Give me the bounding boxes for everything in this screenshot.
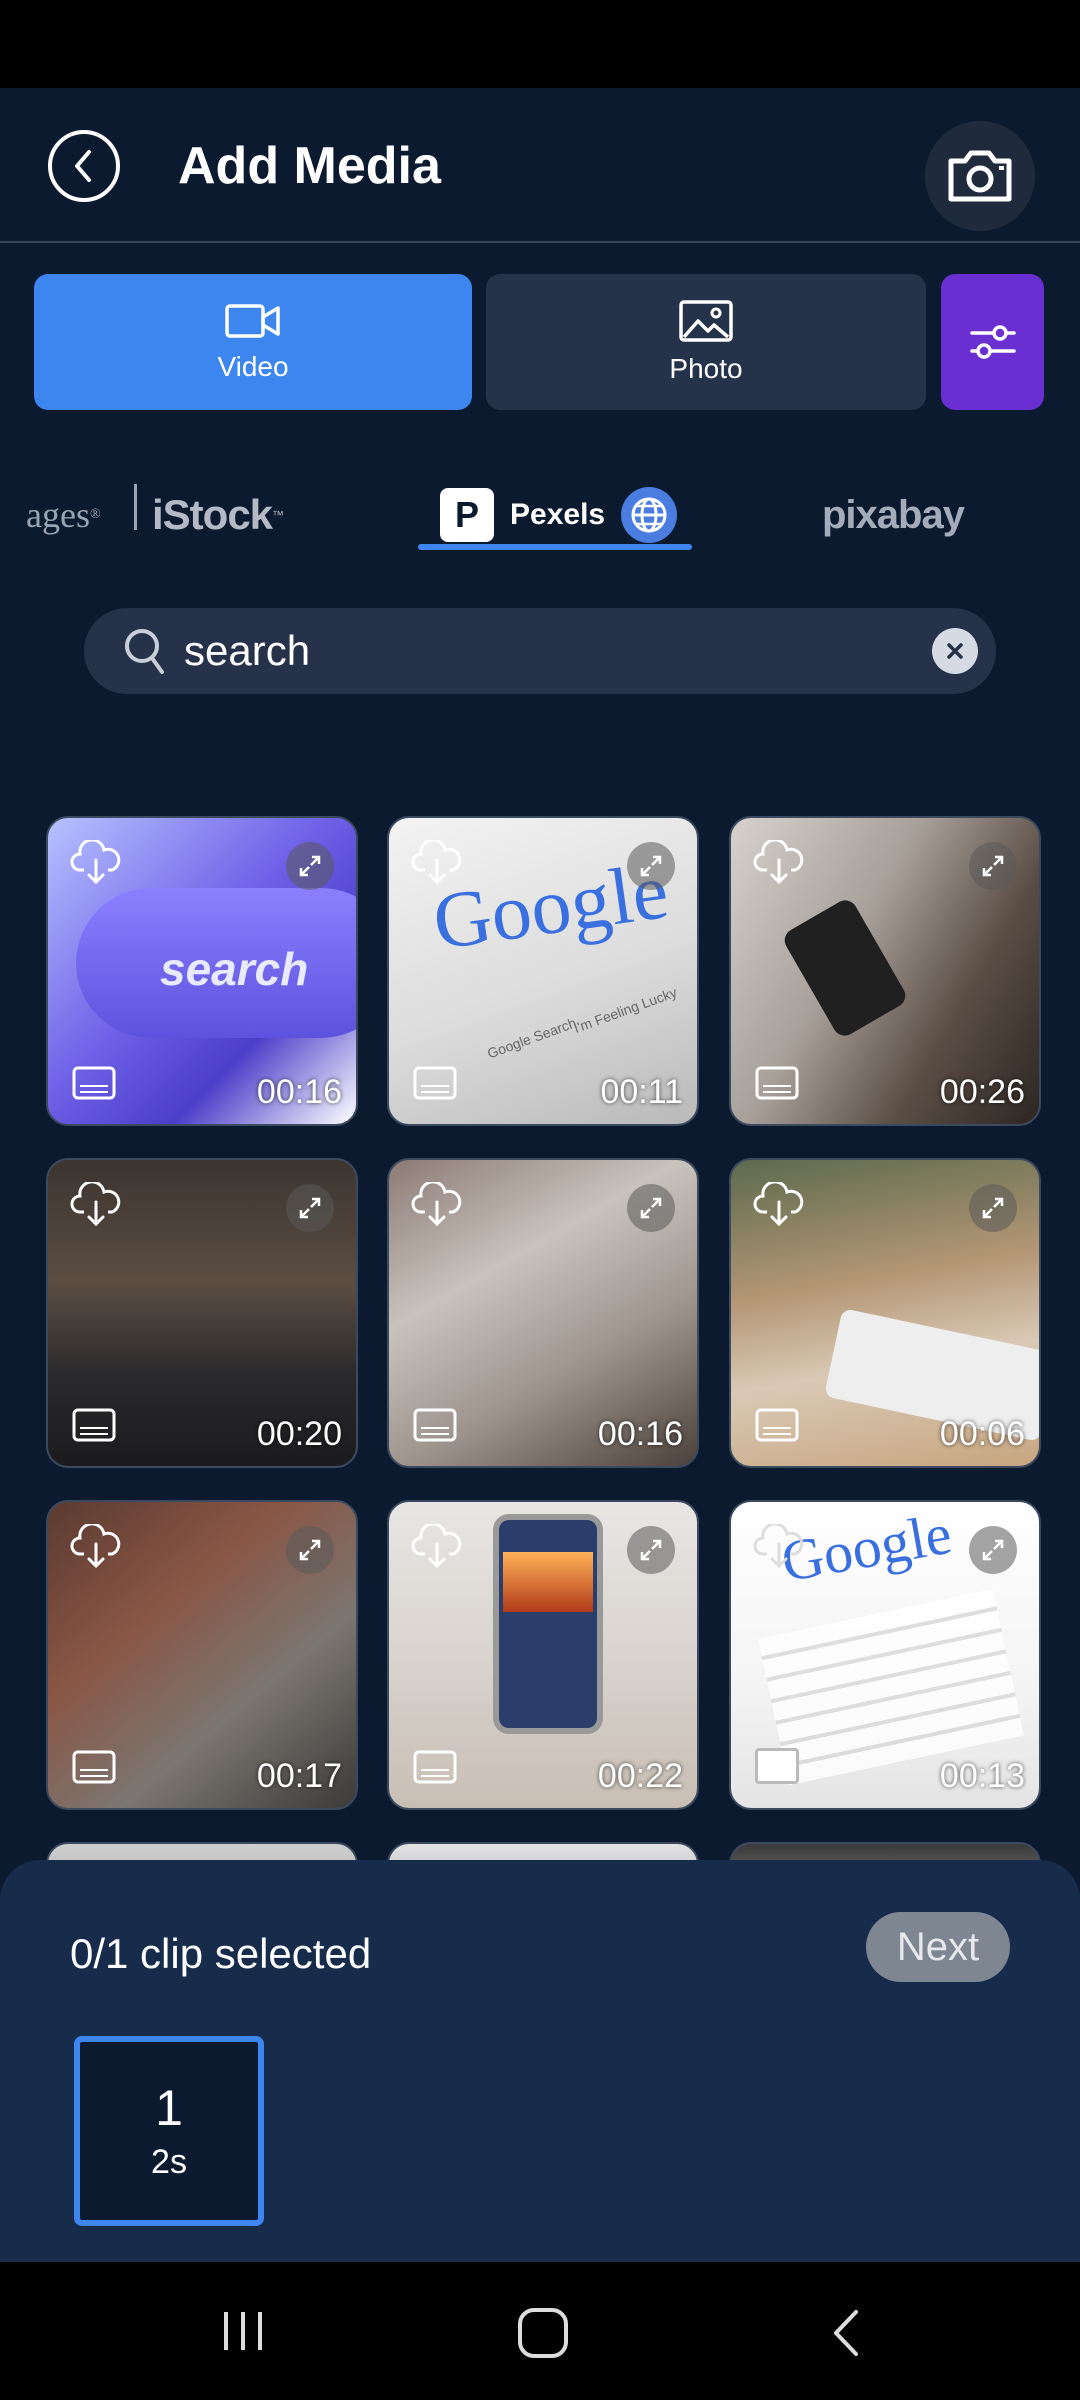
tab-video-label: Video xyxy=(217,351,289,382)
cloud-download-icon[interactable] xyxy=(411,840,463,886)
media-tile[interactable]: 00:16 xyxy=(387,1158,699,1468)
home-button[interactable] xyxy=(516,2306,570,2365)
phone-screen-image xyxy=(503,1552,593,1612)
expand-icon[interactable] xyxy=(286,842,334,890)
media-tile[interactable]: Google 00:13 xyxy=(729,1500,1041,1810)
source-pixabay[interactable]: pixabay xyxy=(822,473,965,557)
media-tile[interactable]: 00:17 xyxy=(46,1500,358,1810)
source-getty-images[interactable]: ages ® xyxy=(26,473,101,557)
camera-icon xyxy=(948,150,1012,202)
media-tile[interactable]: 00:22 xyxy=(387,1500,699,1810)
storyboard-icon[interactable] xyxy=(755,1408,799,1442)
tab-photo[interactable]: Photo xyxy=(486,274,926,410)
cloud-download-icon[interactable] xyxy=(753,1182,805,1228)
source-divider xyxy=(134,484,137,530)
expand-icon[interactable] xyxy=(627,842,675,890)
storyboard-icon[interactable] xyxy=(72,1408,116,1442)
phone-thumbnail xyxy=(493,1514,603,1734)
expand-icon[interactable] xyxy=(627,1184,675,1232)
filter-button[interactable] xyxy=(941,274,1044,410)
video-duration: 00:06 xyxy=(939,1415,1025,1453)
home-icon xyxy=(518,2308,568,2358)
source-pixabay-label: pixabay xyxy=(822,492,965,537)
tile-search-word: search xyxy=(160,943,309,995)
cloud-download-icon[interactable] xyxy=(753,840,805,886)
video-duration: 00:16 xyxy=(597,1415,683,1453)
search-bar xyxy=(84,608,996,694)
expand-icon[interactable] xyxy=(969,842,1017,890)
select-checkbox[interactable] xyxy=(755,1748,799,1784)
cloud-download-icon[interactable] xyxy=(411,1182,463,1228)
media-tile[interactable]: Google Google Search I'm Feeling Lucky 0… xyxy=(387,816,699,1126)
video-duration: 00:11 xyxy=(600,1073,683,1111)
cloud-download-icon[interactable] xyxy=(70,840,122,886)
storyboard-icon[interactable] xyxy=(72,1066,116,1100)
media-tile[interactable]: 00:06 xyxy=(729,1158,1041,1468)
source-istock[interactable]: iStock ™ xyxy=(152,473,284,557)
video-duration: 00:22 xyxy=(597,1757,683,1795)
pexels-logo-icon: P xyxy=(440,488,494,542)
storyboard-icon[interactable] xyxy=(413,1066,457,1100)
video-duration: 00:20 xyxy=(256,1415,342,1453)
system-nav-bar xyxy=(0,2262,1080,2400)
image-icon xyxy=(679,300,733,342)
video-duration: 00:16 xyxy=(256,1073,342,1111)
recent-apps-icon xyxy=(224,2312,262,2350)
video-duration: 00:17 xyxy=(256,1757,342,1795)
back-button[interactable] xyxy=(48,130,120,202)
recent-apps-button[interactable] xyxy=(218,2306,268,2361)
expand-icon[interactable] xyxy=(286,1184,334,1232)
source-istock-label: iStock xyxy=(152,491,273,538)
sliders-icon xyxy=(969,325,1016,359)
video-duration: 00:13 xyxy=(939,1757,1025,1795)
camera-button[interactable] xyxy=(925,121,1035,231)
video-camera-icon xyxy=(225,304,280,338)
storyboard-icon[interactable] xyxy=(413,1750,457,1784)
phone-thumbnail xyxy=(780,896,910,1040)
clip-slot-number: 1 xyxy=(155,2080,183,2136)
source-images-label: ages xyxy=(26,495,90,535)
storyboard-icon[interactable] xyxy=(755,1066,799,1100)
next-button[interactable]: Next xyxy=(866,1912,1010,1982)
tile-feeling-lucky-btn: I'm Feeling Lucky xyxy=(571,983,679,1037)
app-header: Add Media xyxy=(0,88,1080,243)
cloud-download-icon[interactable] xyxy=(70,1182,122,1228)
tab-photo-label: Photo xyxy=(669,353,743,384)
selection-panel: 0/1 clip selected Next 1 2s xyxy=(0,1860,1080,2262)
back-nav-icon xyxy=(834,2310,858,2356)
cloud-download-icon[interactable] xyxy=(753,1524,805,1570)
storyboard-icon[interactable] xyxy=(413,1408,457,1442)
tile-google-search-btn: Google Search xyxy=(485,1014,579,1062)
media-tile[interactable]: search 00:16 xyxy=(46,816,358,1126)
page-title: Add Media xyxy=(178,137,441,195)
chevron-left-icon xyxy=(75,150,91,182)
status-bar xyxy=(0,0,1080,88)
expand-icon[interactable] xyxy=(969,1184,1017,1232)
add-media-screen: Add Media Video Photo ages ® iStock ™ P … xyxy=(0,88,1080,2262)
search-icon xyxy=(125,629,164,674)
expand-icon[interactable] xyxy=(627,1526,675,1574)
close-icon xyxy=(947,643,963,659)
selection-count: 0/1 clip selected xyxy=(70,1930,372,1977)
media-tile[interactable]: 00:26 xyxy=(729,816,1041,1126)
clip-slot-duration: 2s xyxy=(151,2143,187,2181)
expand-icon[interactable] xyxy=(969,1526,1017,1574)
globe-icon xyxy=(621,487,678,543)
search-input[interactable] xyxy=(184,624,884,678)
clear-search-button[interactable] xyxy=(932,628,978,674)
tab-video[interactable]: Video xyxy=(34,274,472,410)
media-tile[interactable]: 00:20 xyxy=(46,1158,358,1468)
active-source-indicator xyxy=(418,544,692,550)
video-duration: 00:26 xyxy=(939,1073,1025,1111)
back-nav-button[interactable] xyxy=(826,2306,866,2365)
storyboard-icon[interactable] xyxy=(72,1750,116,1784)
clip-slot[interactable]: 1 2s xyxy=(74,2036,264,2226)
expand-icon[interactable] xyxy=(286,1526,334,1574)
source-pexels-label: Pexels xyxy=(510,498,606,531)
cloud-download-icon[interactable] xyxy=(411,1524,463,1570)
cloud-download-icon[interactable] xyxy=(70,1524,122,1570)
